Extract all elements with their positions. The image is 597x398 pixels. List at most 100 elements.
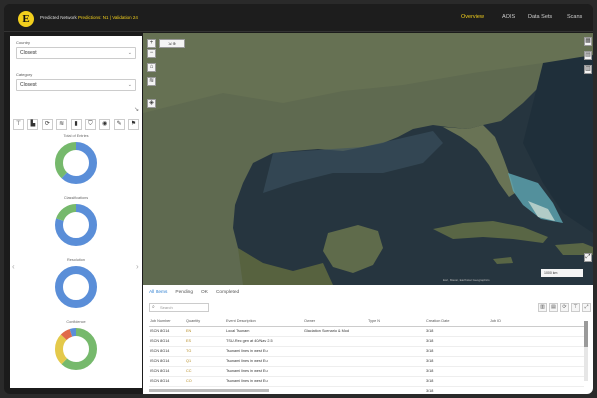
title-prefix: Predicted Network	[40, 15, 77, 20]
legend-icon[interactable]: ▥	[584, 65, 592, 74]
column-header[interactable]: Job ID	[489, 317, 545, 326]
resize-handle-icon[interactable]: ↘	[134, 106, 139, 113]
table-cell	[545, 327, 584, 336]
zoom-out-button[interactable]: −	[147, 49, 156, 58]
zoom-in-button[interactable]: +	[147, 39, 156, 48]
tab-all-items[interactable]: All Items	[149, 287, 167, 299]
bar-chart-icon[interactable]: ▙	[27, 119, 39, 130]
table-horizontal-scrollbar[interactable]	[149, 389, 269, 392]
country-filter-label: Country	[16, 40, 31, 45]
tab-completed[interactable]: Completed	[216, 287, 239, 299]
table-cell	[417, 367, 425, 376]
chart-toolbar: ⊤ ▙ ⟳ ≋ ▮ ⛉ ◉ ✎ ⚑	[13, 119, 139, 131]
donut-chart[interactable]	[53, 140, 99, 186]
satellite-map[interactable]: + − ⇲ ⊕ ⌂ ≋ ◈ ▦ ▤ ▥ ⤢ 1000 km Esri, Maxa…	[143, 33, 593, 285]
search-placeholder: Search	[160, 305, 173, 310]
column-header[interactable]: Event Description	[225, 317, 291, 326]
expand-button[interactable]: ⤢	[582, 303, 591, 312]
sync-icon[interactable]: ⟳	[41, 119, 53, 130]
tab-ok[interactable]: OK	[201, 287, 208, 299]
table-cell: ISCN 8G14	[150, 329, 170, 333]
table-row[interactable]: ISCN 8G14 CO Tsunami lines in west Eu 3/18	[149, 377, 584, 387]
column-header[interactable]	[291, 317, 303, 326]
donut-chart[interactable]	[53, 264, 99, 310]
scrollbar-thumb[interactable]	[584, 321, 588, 347]
donut-chart[interactable]	[53, 202, 99, 248]
search-icon: ⌕	[152, 304, 155, 310]
refresh-button[interactable]: ⟳	[560, 303, 569, 312]
nav-data-sets[interactable]: Data Sets	[528, 14, 552, 20]
pencil-icon[interactable]: ✎	[113, 119, 125, 130]
scale-bar: 1000 km	[541, 269, 583, 277]
table-cell	[303, 387, 359, 394]
basemap-icon[interactable]: ▦	[584, 37, 592, 46]
table-row[interactable]: ISCN 8G14 EN Local Tsunam Glaciation Scenar…	[149, 327, 584, 337]
table-vertical-scrollbar[interactable]	[584, 321, 588, 381]
flag-icon[interactable]: ⚑	[128, 119, 139, 130]
table-cell	[417, 347, 425, 356]
column-header[interactable]: Owner	[303, 317, 359, 326]
layers-icon[interactable]: ≋	[147, 77, 156, 86]
column-header[interactable]: Job Number	[149, 317, 177, 326]
column-header[interactable]	[545, 317, 584, 326]
column-header[interactable]	[359, 317, 367, 326]
compass-icon[interactable]: ◈	[147, 99, 156, 108]
map-imagery	[143, 33, 593, 285]
fullscreen-icon[interactable]: ⤢	[584, 253, 592, 262]
column-header[interactable]	[417, 317, 425, 326]
donut-charts: Total of Entries Classifications Resolutio…	[10, 132, 142, 388]
table-cell	[177, 377, 185, 386]
nav-aois[interactable]: AOIS	[502, 14, 515, 20]
grid-icon[interactable]: ▤	[584, 51, 592, 60]
map-tools-button[interactable]: ⇲ ⊕	[159, 39, 185, 48]
tab-pending[interactable]: Pending	[175, 287, 193, 299]
app-logo[interactable]: E	[18, 11, 34, 27]
table-cell: 3/18	[426, 329, 434, 333]
table-cell	[359, 327, 367, 336]
filter-icon[interactable]: ⊤	[13, 119, 24, 130]
chevron-right-icon[interactable]: ›	[136, 262, 139, 271]
filter-button[interactable]: ⊤	[571, 303, 580, 312]
column-header[interactable]: Type N	[367, 317, 417, 326]
table-row[interactable]: ISCN 8G14 CC Tsunami lines in west Eu 3/18	[149, 367, 584, 377]
table-search-input[interactable]: ⌕ Search	[149, 303, 209, 312]
eye-icon[interactable]: ◉	[99, 119, 111, 130]
table-row[interactable]: ISCN 8G14 TG Tsunami lines in west Eu 3/18	[149, 347, 584, 357]
nav-overview[interactable]: Overview	[461, 14, 484, 20]
table-cell: 3/18	[426, 339, 434, 343]
table-cell	[359, 357, 367, 366]
table-cell	[481, 377, 489, 386]
bookmark-icon[interactable]: ▮	[70, 119, 82, 130]
layers-icon[interactable]: ≋	[56, 119, 68, 130]
table-cell: ISCN 8G14	[150, 379, 170, 383]
table-cell	[291, 327, 303, 336]
table-cell: Tsunami lines in west Eu	[226, 379, 268, 383]
table-row[interactable]: ISCN 8G14 Q1 Tsunami lines in west Eu 3/18	[149, 357, 584, 367]
shield-icon[interactable]: ⛉	[84, 119, 96, 130]
donut-chart[interactable]	[53, 326, 99, 372]
table-row[interactable]: ISCN 8G14 ES TSU-Rec gen at 40/Nav 2.5 3/18	[149, 337, 584, 347]
chevron-left-icon[interactable]: ‹	[12, 262, 15, 271]
country-select[interactable]: Closest ⌄	[16, 47, 136, 59]
table-cell	[367, 347, 417, 356]
table-cell: CC	[186, 369, 192, 373]
table-cell	[359, 367, 367, 376]
top-bar: E Predicted Network Predictions: N1 | Va…	[4, 4, 593, 32]
column-header[interactable]: Creation Date	[425, 317, 481, 326]
columns-button[interactable]: ▥	[538, 303, 547, 312]
category-select[interactable]: Closest ⌄	[16, 79, 136, 91]
table-cell: ISCN 8G14	[150, 359, 170, 363]
table-header-row: Job Number Quantity Event Description Owner…	[149, 317, 584, 327]
table-cell	[359, 377, 367, 386]
column-header[interactable]	[177, 317, 185, 326]
category-filter: Category Closest ⌄	[16, 72, 136, 91]
nav-scans[interactable]: Scans	[567, 14, 582, 20]
export-button[interactable]: ▤	[549, 303, 558, 312]
column-header[interactable]: Quantity	[185, 317, 225, 326]
donut-segment[interactable]	[55, 266, 97, 308]
table-cell: 3/18	[426, 359, 434, 363]
column-header[interactable]	[481, 317, 489, 326]
filter-panel: Country Closest ⌄ Category Closest ⌄ ↘ ⊤…	[10, 36, 142, 388]
home-icon[interactable]: ⌂	[147, 63, 156, 72]
app-title: Predicted Network Predictions: N1 | Vali…	[40, 15, 138, 20]
